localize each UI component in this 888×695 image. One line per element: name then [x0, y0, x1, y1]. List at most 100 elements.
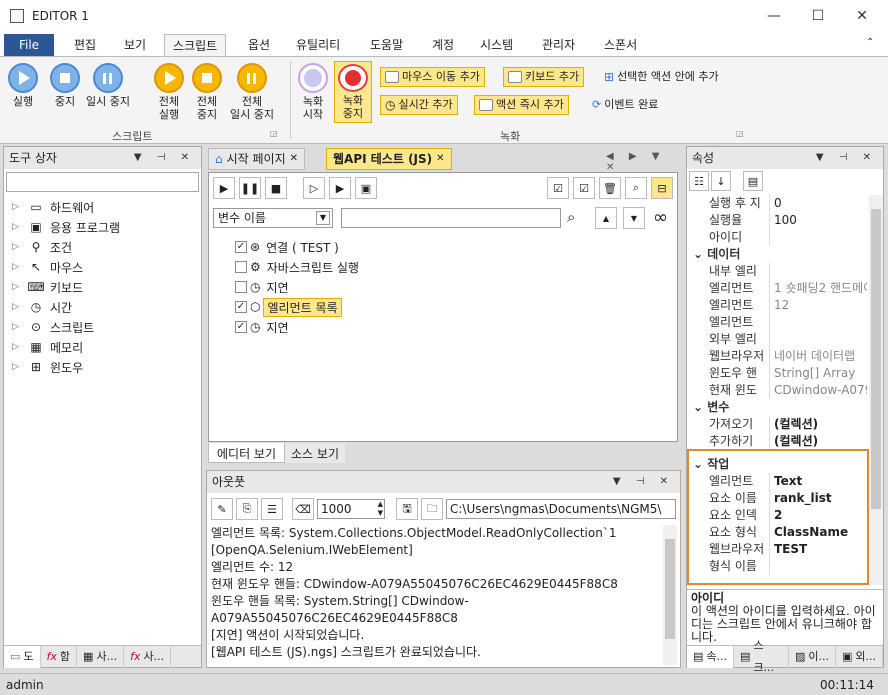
tab-system[interactable]: 시스템 — [472, 34, 521, 56]
add-mouse-move-button[interactable]: 마우스 이동 추가 — [380, 67, 485, 87]
property-row[interactable]: 추가하기 (컬렉션) — [687, 433, 867, 450]
expand-icon[interactable]: ▷ — [12, 202, 22, 212]
toolbox-item-memory[interactable]: ▷ ▦ 메모리 — [12, 337, 201, 357]
record-stop-button[interactable]: 녹화 중지 — [334, 61, 372, 123]
category-variables[interactable]: ⌄ 변수 — [687, 399, 867, 416]
tab-start-page[interactable]: ⌂ 시작 페이지 ✕ — [208, 148, 306, 170]
tab-admin[interactable]: 관리자 — [534, 34, 583, 56]
property-row[interactable]: 웹브라우저 네이버 데이터랩 — [687, 348, 867, 365]
doc-nav-icons[interactable]: ◀ ▶ ▼ ✕ — [606, 151, 681, 173]
property-row[interactable]: 외부 엘리 — [687, 331, 867, 348]
property-row[interactable]: 엘리먼트 12 — [687, 297, 867, 314]
stop-icon[interactable]: ■ — [265, 177, 287, 199]
expand-icon[interactable]: ▷ — [12, 282, 22, 292]
tab-images[interactable]: ▨ 이... — [789, 646, 836, 668]
property-row[interactable]: 가져오기 (컬렉션) — [687, 416, 867, 433]
move-down-icon[interactable]: ▼ — [623, 207, 645, 229]
add-action-now-button[interactable]: 액션 즉시 추가 — [474, 95, 569, 115]
expand-icon[interactable]: ▷ — [12, 222, 22, 232]
expand-icon[interactable]: ▷ — [12, 362, 22, 372]
panel-pin-icons[interactable]: ▼ ⊣ ✕ — [613, 471, 680, 493]
action-checkbox[interactable] — [235, 261, 247, 273]
tab-utility[interactable]: 유틸리티 — [288, 34, 348, 56]
toolbox-item-script[interactable]: ▷ ⊙ 스크립트 — [12, 317, 201, 337]
maximize-button[interactable]: ☐ — [796, 0, 840, 32]
close-button[interactable]: ✕ — [840, 0, 884, 32]
spinner-icon[interactable]: ▲ ▼ — [378, 500, 383, 518]
tab-view[interactable]: 보기 — [116, 34, 154, 56]
toolbox-search[interactable] — [6, 172, 199, 192]
action-checkbox[interactable]: ✓ — [235, 301, 247, 313]
pause-button[interactable]: 일시 중지 — [86, 63, 130, 108]
property-pages-icon[interactable]: ▤ — [743, 171, 763, 191]
tab-source-view[interactable]: 소스 보기 — [285, 443, 345, 463]
event-complete-button[interactable]: ⟳ 이벤트 완료 — [588, 95, 662, 115]
property-row[interactable]: 엘리먼트 1 숏패딩2 핸드메이 — [687, 280, 867, 297]
panel-pin-icons[interactable]: ▼ ⊣ ✕ — [816, 147, 883, 169]
folder-icon[interactable]: 🗀 — [421, 498, 443, 520]
tab-help[interactable]: 도움말 — [362, 34, 411, 56]
property-row[interactable]: 윈도우 핸 String[] Array — [687, 365, 867, 382]
expand-icon[interactable]: ▷ — [12, 242, 22, 252]
tab-scripts[interactable]: ▤ 스크... — [734, 639, 789, 674]
output-scrollbar[interactable] — [663, 525, 677, 665]
action-checkbox[interactable]: ✓ — [235, 321, 247, 333]
tab-editor-view[interactable]: 에디터 보기 — [208, 443, 286, 463]
toolbox-item-mouse[interactable]: ▷ ↖ 마우스 — [12, 257, 201, 277]
pause-icon[interactable]: ❚❚ — [239, 177, 261, 199]
tab-external[interactable]: ▣ 외... — [836, 646, 883, 668]
action-item[interactable]: ◷ 지연 — [235, 277, 362, 297]
close-icon[interactable]: ✕ — [290, 148, 298, 170]
scroll-thumb[interactable] — [871, 209, 881, 509]
tree-view-icon[interactable]: ⊟ — [651, 177, 673, 199]
tab-sponsor[interactable]: 스폰서 — [596, 34, 645, 56]
tab-user-2[interactable]: fx 사... — [124, 646, 172, 668]
panel-pin-icons[interactable]: ▼ ⊣ ✕ — [134, 147, 201, 169]
stop-all-button[interactable]: 전체 중지 — [192, 63, 222, 121]
tab-account[interactable]: 계정 — [424, 34, 462, 56]
pause-all-button[interactable]: 전체 일시 중지 — [230, 63, 274, 121]
eraser-icon[interactable]: ⌫ — [292, 498, 314, 520]
list-icon[interactable]: ☰ — [261, 498, 283, 520]
action-item[interactable]: ✓ ◷ 지연 — [235, 317, 362, 337]
toolbox-item-hardware[interactable]: ▷ ▭ 하드웨어 — [12, 197, 201, 217]
check-all-icon[interactable]: ☑ — [547, 177, 569, 199]
close-icon[interactable]: ✕ — [436, 148, 444, 170]
save-icon[interactable]: 🖫 — [396, 498, 418, 520]
property-row[interactable]: 실행율 100 — [687, 212, 867, 229]
category-data[interactable]: ⌄ 데이터 — [687, 246, 867, 263]
toolbox-item-time[interactable]: ▷ ◷ 시간 — [12, 297, 201, 317]
variable-select[interactable]: 변수 이름 ▼ — [213, 208, 333, 228]
record-start-button[interactable]: 녹화 시작 — [298, 63, 328, 121]
property-scrollbar[interactable] — [869, 195, 883, 585]
check-icon[interactable]: ☑ — [573, 177, 595, 199]
tab-user-1[interactable]: ▦ 사... — [77, 646, 125, 668]
tab-properties[interactable]: ▤ 속... — [687, 646, 735, 668]
tab-webapi-test[interactable]: 웹API 테스트 (JS) ✕ — [326, 148, 452, 170]
add-inside-selected-button[interactable]: ⊞ 선택한 액션 안에 추가 — [600, 67, 723, 87]
action-checkbox[interactable] — [235, 281, 247, 293]
step-icon[interactable]: ▷ — [303, 177, 325, 199]
action-item[interactable]: ⚙ 자바스크립트 실행 — [235, 257, 362, 277]
file-menu[interactable]: File — [4, 34, 54, 56]
categorized-icon[interactable]: ☷ — [689, 171, 709, 191]
action-item[interactable]: ✓ ⊛ 연결 ( TEST ) — [235, 237, 362, 257]
sort-az-icon[interactable]: ↓ — [711, 171, 731, 191]
expand-icon[interactable]: ▷ — [12, 342, 22, 352]
tab-toolbox[interactable]: ▭ 도 — [4, 646, 41, 668]
move-up-icon[interactable]: ▲ — [595, 207, 617, 229]
property-row[interactable]: 실행 후 지0 — [687, 195, 867, 212]
toolbox-item-window[interactable]: ▷ ⊞ 윈도우 — [12, 357, 201, 377]
add-keyboard-button[interactable]: 키보드 추가 — [503, 67, 585, 87]
log-path-input[interactable]: C:\Users\ngmas\Documents\NGM5\ — [446, 499, 676, 519]
ribbon-collapse-icon[interactable]: ⌃ — [866, 37, 874, 48]
tab-edit[interactable]: 편집 — [66, 34, 104, 56]
run-icon[interactable]: ▶ — [213, 177, 235, 199]
minimize-button[interactable]: — — [752, 0, 796, 32]
toolbox-item-keyboard[interactable]: ▷ ⌨ 키보드 — [12, 277, 201, 297]
expand-icon[interactable]: ▷ — [12, 322, 22, 332]
tab-functions[interactable]: fx 함 — [41, 646, 78, 668]
action-item-selected[interactable]: ✓ ⬡ 엘리먼트 목록 — [235, 297, 362, 317]
search-icon[interactable]: ⌕ — [625, 177, 647, 199]
property-row[interactable]: 엘리먼트 — [687, 314, 867, 331]
